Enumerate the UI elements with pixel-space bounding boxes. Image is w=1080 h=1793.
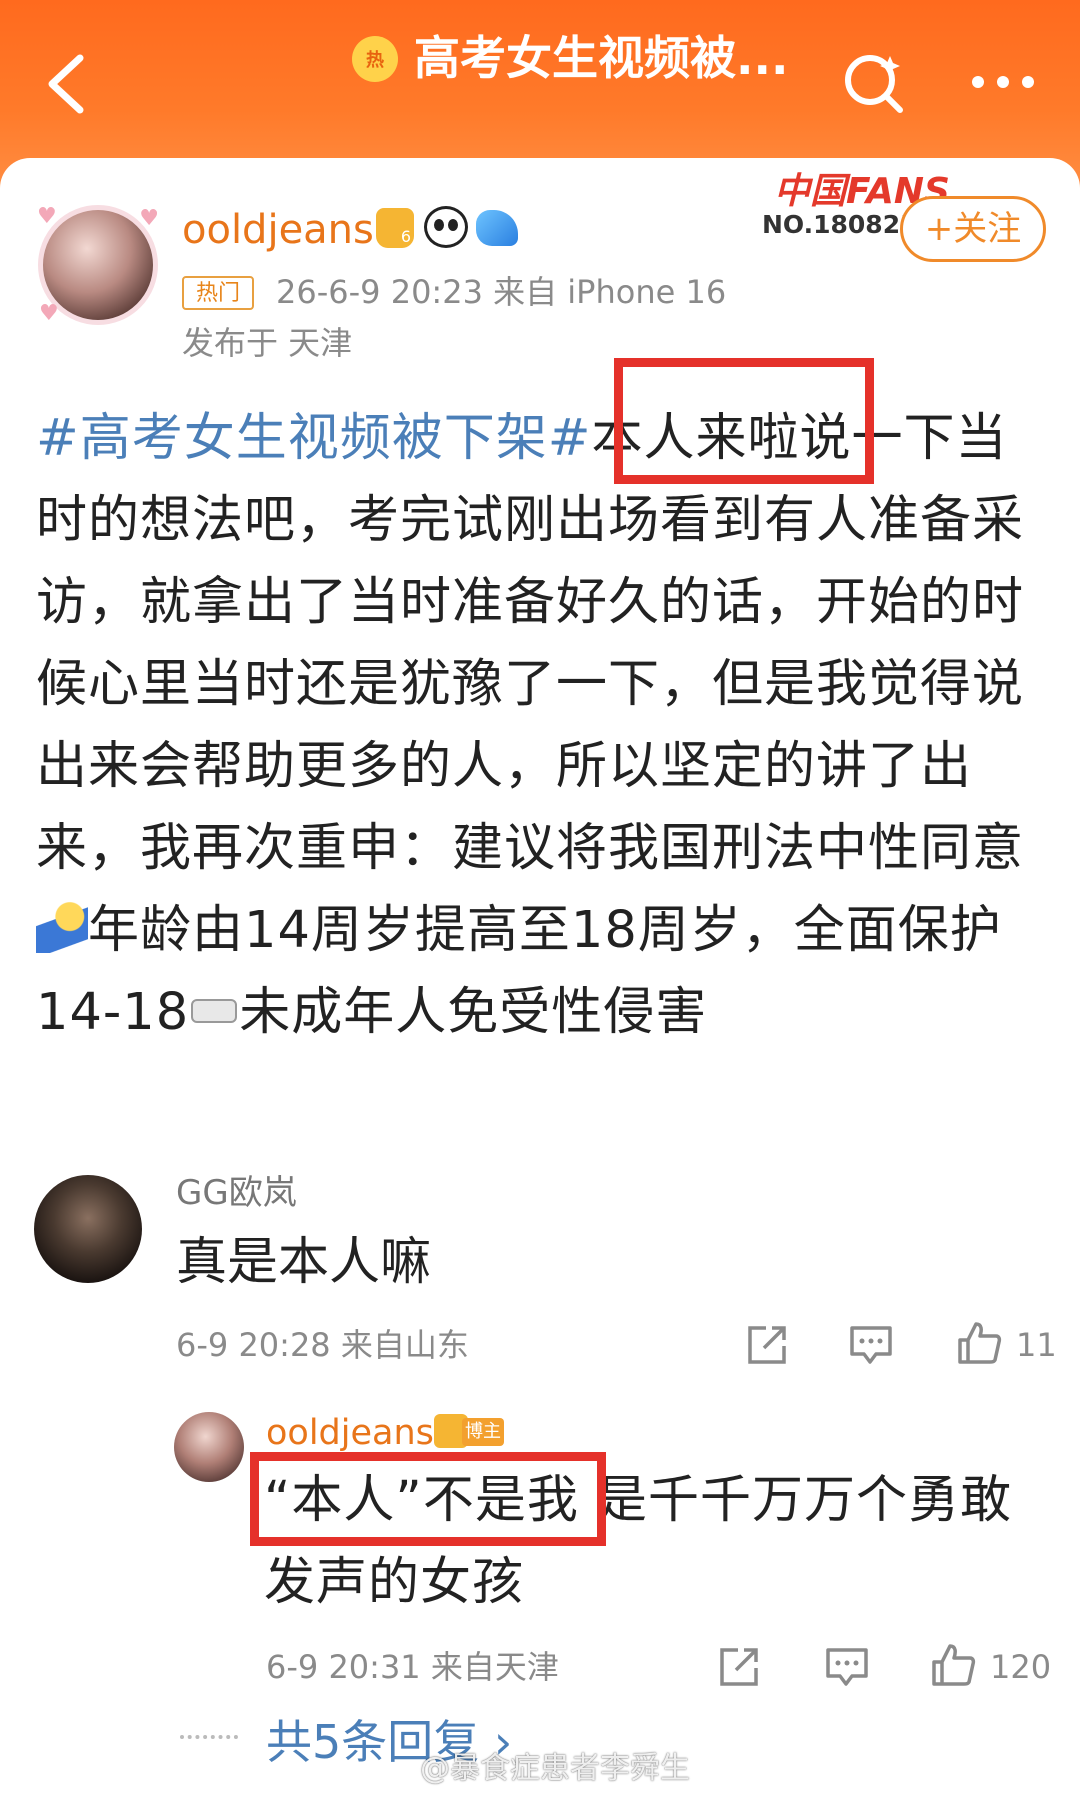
more-options-icon[interactable] [968,62,1038,102]
share-icon[interactable] [744,1322,790,1368]
post-text: #高考女生视频被下架#本人来啦说一下当时的想法吧，考完试刚出场看到有人准备采访，… [36,398,1046,1054]
like-count: 120 [990,1648,1052,1686]
hot-tag: 热门 [182,276,254,310]
share-icon[interactable] [716,1644,762,1690]
fans-number: NO.180825 [762,210,918,239]
reply-meta: 6-9 20:31 来自天津 [266,1648,559,1686]
crown-badge-icon[interactable]: 6 [376,208,414,248]
page-title[interactable]: 高考女生视频被... [414,26,804,90]
emoji-face-icon [191,999,238,1023]
host-badge: 博主 [462,1418,504,1446]
highlight-box [614,358,874,484]
comment-meta: 6-9 20:28 来自山东 [176,1326,469,1364]
reply-avatar[interactable] [174,1412,244,1482]
like-count: 11 [1016,1326,1057,1364]
comment-text: 真是本人嘛 [176,1233,432,1292]
commenter-username[interactable]: GG欧岚 [176,1168,297,1218]
comment-icon[interactable] [848,1322,894,1368]
post-meta: 26-6-9 20:23 来自 iPhone 16 [276,273,727,311]
watermark: @暴食症患者李舜生 [420,1751,690,1786]
author-avatar[interactable]: ♥ ♥ ♥ [37,204,159,326]
author-username[interactable]: ooldjeans [182,204,374,256]
hashtag-link[interactable]: #高考女生视频被下架# [36,409,591,468]
search-icon[interactable] [840,48,908,116]
emoji-icon [36,901,88,953]
back-arrow-icon[interactable] [38,52,98,116]
heart-deco-icon: ♥ [37,204,57,229]
post-location: 发布于 天津 [182,324,353,362]
follow-button[interactable]: +关注 [900,196,1046,262]
like-icon[interactable] [956,1320,1002,1366]
post-body-text: 说一下当时的想法吧，考完试刚出场看到有人准备采访，就拿出了当时准备好久的话，开始… [36,409,1025,878]
highlight-box [250,1452,606,1546]
post-body-text-3: 未成年人免受性侵害 [239,983,708,1042]
panda-badge-icon[interactable] [424,206,468,248]
divider-dots [180,1735,238,1743]
reply-username[interactable]: ooldjeans [266,1408,434,1458]
commenter-avatar[interactable] [34,1175,142,1283]
heart-deco-icon: ♥ [139,206,159,231]
like-icon[interactable] [930,1642,976,1688]
hot-topic-badge: 热 [352,36,398,82]
comment-icon[interactable] [824,1644,870,1690]
heart-deco-icon: ♥ [39,301,59,326]
